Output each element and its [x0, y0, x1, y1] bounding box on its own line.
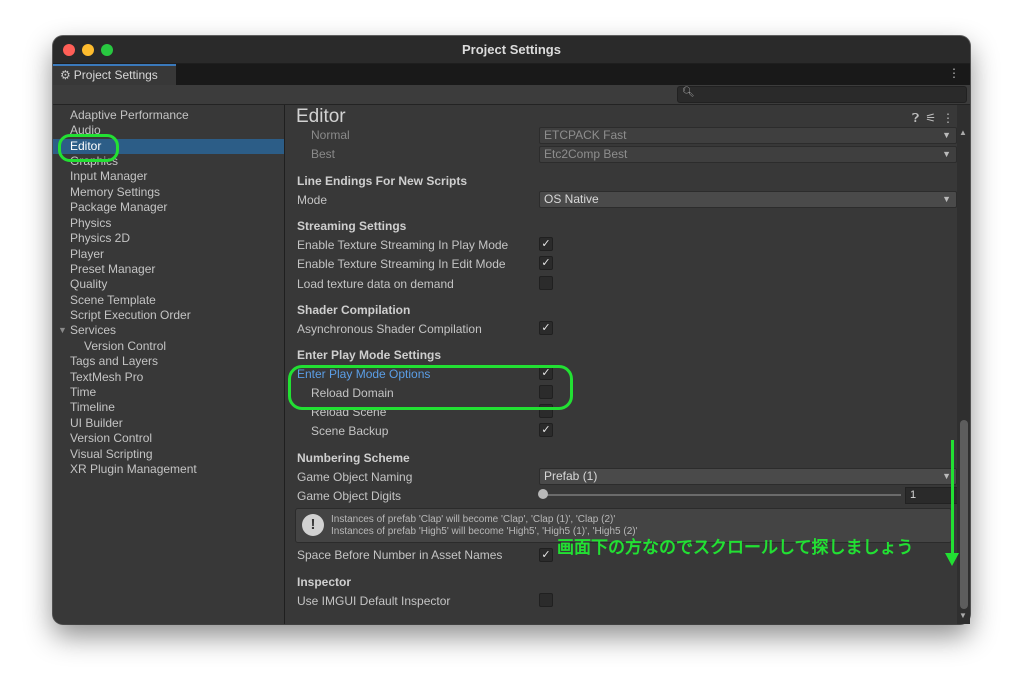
sidebar-item-services-version-control[interactable]: Version Control [53, 339, 284, 354]
sidebar-item-memory-settings[interactable]: Memory Settings [53, 185, 284, 200]
gear-icon: ⚙ [60, 68, 71, 82]
etc-normal-label: Normal [311, 128, 350, 142]
game-object-digits-label: Game Object Digits [297, 489, 402, 503]
preset-icon[interactable]: ⚟ [925, 111, 942, 125]
sidebar-item-player[interactable]: Player [53, 247, 284, 262]
etc-normal-value: ETCPACK Fast [544, 128, 627, 142]
sidebar-item-tags-and-layers[interactable]: Tags and Layers [53, 354, 284, 369]
game-object-naming-label: Game Object Naming [297, 470, 413, 484]
sidebar-item-visual-scripting[interactable]: Visual Scripting [53, 447, 284, 462]
chevron-down-icon: ▼ [942, 130, 951, 140]
streaming-play-mode-checkbox[interactable]: ✓ [539, 237, 553, 251]
tab-label: Project Settings [73, 68, 158, 82]
load-texture-on-demand-label: Load texture data on demand [297, 277, 454, 291]
expand-arrow-icon[interactable]: ▼ [58, 323, 67, 338]
scene-backup-checkbox[interactable]: ✓ [539, 423, 553, 437]
shader-compilation-header: Shader Compilation [297, 303, 411, 317]
etc-normal-dropdown[interactable]: ETCPACK Fast ▼ [539, 127, 957, 144]
game-object-naming-value: Prefab (1) [544, 469, 598, 483]
chevron-down-icon: ▼ [942, 194, 951, 204]
annotation-text: 画面下の方なのでスクロールして探しましょう [557, 538, 914, 558]
sidebar-item-time[interactable]: Time [53, 385, 284, 400]
async-shader-checkbox[interactable]: ✓ [539, 321, 553, 335]
sidebar-item-script-execution-order[interactable]: Script Execution Order [53, 308, 284, 323]
sidebar-item-physics[interactable]: Physics [53, 216, 284, 231]
play-mode-highlight-annotation [288, 365, 573, 410]
sidebar-item-scene-template[interactable]: Scene Template [53, 293, 284, 308]
more-menu-icon[interactable]: ⋮ [942, 111, 960, 125]
header-icons: ❓︎⚟⋮ [912, 111, 960, 126]
sidebar-item-preset-manager[interactable]: Preset Manager [53, 262, 284, 277]
line-endings-header: Line Endings For New Scripts [297, 174, 468, 188]
scroll-down-arrow-annotation [951, 440, 954, 555]
title-bar: Project Settings [53, 36, 970, 64]
sidebar-item-input-manager[interactable]: Input Manager [53, 169, 284, 184]
streaming-edit-mode-checkbox[interactable]: ✓ [539, 256, 553, 270]
sidebar-item-xr-plugin-management[interactable]: XR Plugin Management [53, 462, 284, 477]
line-endings-mode-value: OS Native [544, 192, 599, 206]
arrow-head-icon [945, 553, 959, 566]
sidebar-item-textmesh-pro[interactable]: TextMesh Pro [53, 370, 284, 385]
sidebar-item-version-control[interactable]: Version Control [53, 431, 284, 446]
game-object-naming-dropdown[interactable]: Prefab (1) ▼ [539, 468, 957, 485]
tab-project-settings[interactable]: ⚙ Project Settings [53, 64, 176, 85]
search-input[interactable]: 🔍︎ [677, 86, 967, 103]
streaming-settings-header: Streaming Settings [297, 219, 407, 233]
search-bar: 🔍︎ [53, 85, 970, 105]
settings-sidebar: Adaptive Performance Audio Editor Graphi… [53, 105, 285, 624]
sidebar-item-timeline[interactable]: Timeline [53, 400, 284, 415]
help-icon[interactable]: ❓︎ [912, 111, 925, 125]
line-endings-mode-dropdown[interactable]: OS Native ▼ [539, 191, 957, 208]
sidebar-item-ui-builder[interactable]: UI Builder [53, 416, 284, 431]
sidebar-item-quality[interactable]: Quality [53, 277, 284, 292]
load-texture-on-demand-checkbox[interactable] [539, 276, 553, 290]
sidebar-item-adaptive-performance[interactable]: Adaptive Performance [53, 108, 284, 123]
async-shader-label: Asynchronous Shader Compilation [297, 322, 482, 336]
line-endings-mode-label: Mode [297, 193, 328, 207]
sidebar-item-services[interactable]: ▼ Services [53, 323, 284, 338]
window-title: Project Settings [462, 42, 561, 57]
sidebar-item-package-manager[interactable]: Package Manager [53, 200, 284, 215]
scene-backup-label: Scene Backup [311, 424, 389, 438]
search-icon: 🔍︎ [682, 87, 695, 98]
streaming-play-mode-label: Enable Texture Streaming In Play Mode [297, 238, 509, 252]
chevron-down-icon: ▼ [942, 149, 951, 159]
tab-bar: ⚙ Project Settings ⋮ [53, 64, 970, 85]
page-title: Editor [296, 106, 346, 127]
numbering-scheme-header: Numbering Scheme [297, 451, 410, 465]
etc-best-label: Best [311, 147, 336, 161]
play-mode-settings-header: Enter Play Mode Settings [297, 348, 442, 362]
tab-menu-icon[interactable]: ⋮ [948, 66, 960, 80]
etc-best-dropdown[interactable]: Etc2Comp Best ▼ [539, 146, 957, 163]
streaming-edit-mode-label: Enable Texture Streaming In Edit Mode [297, 257, 506, 271]
sidebar-item-label: Services [70, 323, 117, 337]
etc-best-value: Etc2Comp Best [544, 147, 628, 161]
sidebar-item-physics-2d[interactable]: Physics 2D [53, 231, 284, 246]
editor-highlight-annotation [58, 134, 119, 162]
chevron-down-icon: ▼ [942, 471, 951, 481]
